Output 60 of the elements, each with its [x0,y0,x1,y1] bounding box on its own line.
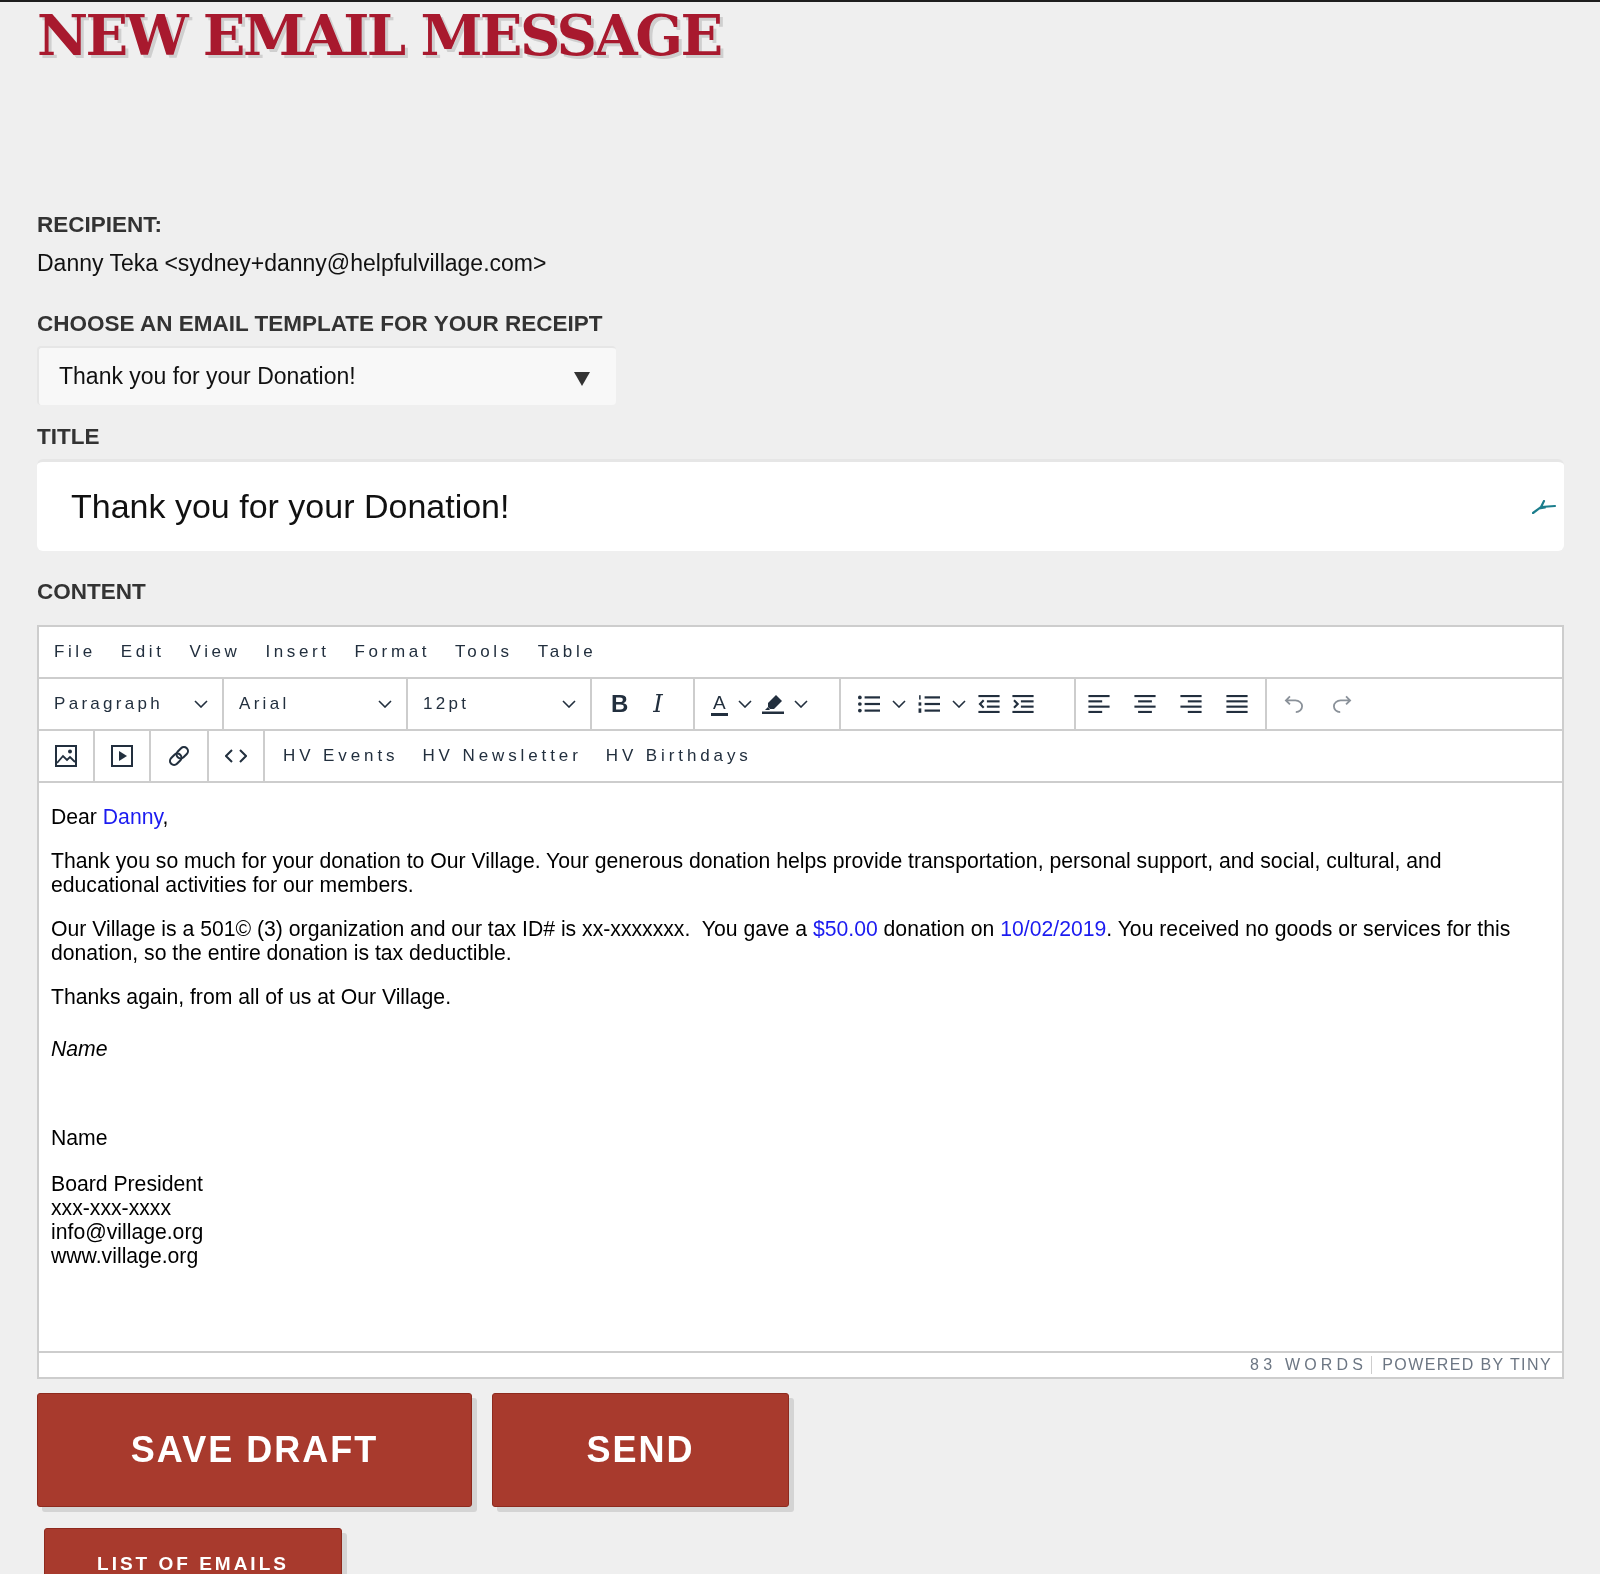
menu-item[interactable]: Format [354,642,431,662]
menu-item[interactable]: Tools [455,642,513,662]
block-format-dropdown[interactable]: Paragraph [39,679,224,729]
menu-item[interactable]: Insert [265,642,330,662]
bullet-list-icon[interactable] [858,695,880,713]
indent-icon[interactable] [1012,695,1034,713]
code-icon[interactable] [225,749,247,763]
chevron-down-icon[interactable] [952,700,966,708]
signature-line: www.village.org [51,1244,199,1268]
numbered-list-icon[interactable] [918,695,940,713]
align-center-icon[interactable] [1134,695,1156,713]
italic-button[interactable]: I [653,691,663,717]
caret-icon [574,371,590,386]
body-paragraph: Name [51,1126,109,1150]
word-count: 83 WORDS [1250,1356,1369,1374]
recipient-label: RECIPIENT: [37,213,162,237]
image-icon[interactable] [55,745,77,767]
body-paragraph: Dear Danny, [51,805,170,829]
font-size-dropdown[interactable]: 12pt [408,679,592,729]
chevron-down-icon[interactable] [737,700,752,708]
title-input[interactable]: Thank you for your Donation! [37,459,1564,551]
align-left-icon[interactable] [1088,695,1110,713]
font-family-dropdown[interactable]: Arial [224,679,408,729]
video-icon[interactable] [111,745,133,767]
toolbar-text-button[interactable]: HV Events [283,746,399,766]
chevron-down-icon [562,700,576,708]
body-paragraph: Our Village is a 501© (3) organization and our tax ID# is xx-xxxxxxx. You gave a $50.00 donation on 10/02/2019. You received no goods or services for this donation, so the entire donation is tax deductible. [51,917,1512,965]
chevron-down-icon [194,700,208,708]
content-label: CONTENT [37,580,146,604]
toolbar-text-button[interactable]: HV Birthdays [605,746,752,766]
bold-button[interactable]: B [611,691,629,717]
chevron-down-icon[interactable] [793,700,808,708]
highlighter-icon[interactable] [761,694,784,714]
redo-icon[interactable] [1331,695,1353,713]
signature-line: info@village.org [51,1220,204,1244]
signature-name: Name [51,1037,109,1061]
template-select[interactable]: Thank you for your Donation! [37,346,616,405]
toolbar-text-button[interactable]: HV Newsletter [422,746,582,766]
menu-item[interactable]: Edit [120,642,165,662]
outdent-icon[interactable] [978,695,1000,713]
link-icon[interactable] [168,745,190,767]
signature-line: Board President [51,1172,203,1196]
menu-item[interactable]: View [189,642,241,662]
template-label: CHOOSE AN EMAIL TEMPLATE FOR YOUR RECEIPT [37,312,603,336]
text-color-button[interactable]: A [711,692,728,716]
menu-item[interactable]: File [54,642,96,662]
body-paragraph: Thanks again, from all of us at Our Village. [51,985,453,1009]
chevron-down-icon [378,700,392,708]
body-paragraph: Thank you so much for your donation to Our Village. Your generous donation helps provide transportation, personal support, and social, cultural, and educational activities for our members. [51,849,1443,897]
signature-line: xxx-xxx-xxxx [51,1196,172,1220]
justify-icon[interactable] [1226,695,1248,713]
align-right-icon[interactable] [1180,695,1202,713]
powered-by-link[interactable]: POWERED BY TINY [1371,1356,1552,1374]
chevron-down-icon[interactable] [892,700,906,708]
recipient-value: Danny Teka <sydney+danny@helpfulvillage.com> [37,251,547,275]
menu-item[interactable]: Table [537,642,597,662]
page-title: NEW EMAIL MESSAGE [37,2,721,68]
title-label: TITLE [37,425,100,449]
undo-icon[interactable] [1283,695,1305,713]
swoosh-icon [1532,499,1556,514]
